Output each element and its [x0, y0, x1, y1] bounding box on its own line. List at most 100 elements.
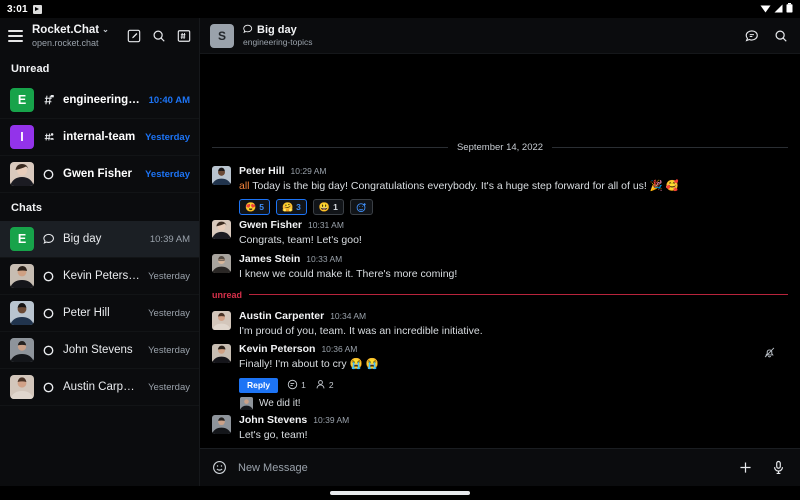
server-selector[interactable]: Rocket.Chat ⌄ open.rocket.chat — [32, 24, 118, 48]
server-title: Rocket.Chat — [32, 24, 99, 37]
status-bar-left: 3:01 — [7, 4, 42, 15]
main-panel: S Big day engineering-topics — [200, 18, 800, 486]
message-item[interactable]: Austin Carpenter 10:34 AM I'm proud of y… — [212, 307, 788, 340]
directory-icon[interactable] — [177, 29, 191, 43]
search-icon[interactable] — [152, 29, 166, 43]
room-row-gwen-fisher[interactable]: Gwen Fisher Yesterday — [0, 156, 199, 193]
room-row-engineering-topics[interactable]: E engineering-topi... 10:40 AM — [0, 82, 199, 119]
message-author[interactable]: John Stevens — [239, 414, 307, 427]
menu-icon[interactable] — [8, 30, 23, 42]
room-name: Peter Hill — [63, 307, 140, 319]
room-row-big-day[interactable]: E Big day 10:39 AM — [0, 221, 199, 258]
thread-summary: Reply 1 — [239, 378, 788, 393]
search-icon[interactable] — [774, 29, 788, 43]
room-name: internal-team — [63, 131, 137, 143]
avatar-letter: E — [18, 93, 26, 107]
message-item[interactable]: John Stevens 10:39 AM Let's go, team! — [212, 411, 788, 444]
avatar — [10, 301, 34, 325]
message-meta: James Stein 10:33 AM — [239, 253, 788, 266]
status-offline-icon — [42, 308, 55, 319]
server-title-row: Rocket.Chat ⌄ — [32, 24, 118, 37]
bell-off-icon[interactable] — [763, 346, 776, 364]
message-meta: Gwen Fisher 10:31 AM — [239, 219, 788, 232]
reaction-emoji: 🤗 — [282, 203, 293, 212]
status-offline-icon — [42, 271, 55, 282]
channel-private-icon — [42, 94, 55, 106]
room-time: 10:39 AM — [150, 234, 190, 245]
message-body: Kevin Peterson 10:36 AM Finally! I'm abo… — [239, 343, 788, 409]
sidebar: Rocket.Chat ⌄ open.rocket.chat — [0, 18, 200, 486]
message-meta: Austin Carpenter 10:34 AM — [239, 310, 788, 323]
message-item[interactable]: Gwen Fisher 10:31 AM Congrats, team! Let… — [212, 216, 788, 249]
reaction-chip[interactable]: 😍 5 — [239, 199, 270, 215]
message-text-body: Today is the big day! Congratulations ev… — [250, 180, 679, 192]
message-item[interactable]: Peter Hill 10:29 AM all Today is the big… — [212, 162, 788, 216]
room-list[interactable]: Unread E engineering-topi... 10:40 AM — [0, 54, 199, 486]
mention-all[interactable]: all — [239, 180, 250, 192]
discussion-icon — [42, 233, 55, 245]
add-reaction-icon[interactable] — [350, 199, 373, 215]
message-composer[interactable]: New Message — [200, 448, 800, 486]
emoji-icon[interactable] — [212, 460, 227, 475]
avatar-letter: I — [20, 130, 23, 144]
thread-replies-count[interactable]: 1 — [287, 379, 306, 392]
message-stack: September 14, 2022 Peter Hill 10:29 AM — [200, 136, 800, 448]
avatar — [10, 162, 34, 186]
thread-participants-value: 2 — [329, 380, 334, 390]
message-author[interactable]: Gwen Fisher — [239, 219, 302, 232]
plus-icon[interactable] — [738, 460, 753, 475]
room-time: Yesterday — [148, 308, 190, 319]
message-timestamp: 10:29 AM — [291, 166, 327, 177]
thread-participants-count[interactable]: 2 — [315, 379, 334, 392]
room-name: Gwen Fisher — [63, 168, 137, 180]
message-input[interactable]: New Message — [238, 462, 727, 474]
message-author[interactable]: Kevin Peterson — [239, 343, 315, 356]
message-author[interactable]: Austin Carpenter — [239, 310, 324, 323]
chat-header-actions — [745, 29, 788, 43]
reaction-count: 3 — [296, 202, 301, 212]
reaction-count: 5 — [259, 202, 264, 212]
app-body: Rocket.Chat ⌄ open.rocket.chat — [0, 18, 800, 486]
create-new-icon[interactable] — [127, 29, 141, 43]
message-author[interactable]: Peter Hill — [239, 165, 285, 178]
chevron-down-icon[interactable]: ⌄ — [102, 26, 109, 35]
date-separator: September 14, 2022 — [212, 142, 788, 153]
reaction-chip[interactable]: 🤗 3 — [276, 199, 307, 215]
reaction-chip[interactable]: 😃 1 — [313, 199, 344, 215]
status-bar-right — [760, 0, 793, 18]
room-row-austin-carpenter[interactable]: Austin Carpenter Yesterday — [0, 369, 199, 406]
avatar — [212, 311, 231, 330]
reply-button[interactable]: Reply — [239, 378, 278, 393]
threads-icon[interactable] — [745, 29, 759, 43]
room-row-internal-team[interactable]: I internal-team Yesterday — [0, 119, 199, 156]
message-timestamp: 10:34 AM — [330, 311, 366, 322]
message-timestamp: 10:31 AM — [308, 220, 344, 231]
room-row-kevin-peterson[interactable]: Kevin Peterson Yesterday — [0, 258, 199, 295]
message-item[interactable]: James Stein 10:33 AM I knew we could mak… — [212, 250, 788, 283]
room-title-row: Big day — [243, 24, 736, 37]
date-label: September 14, 2022 — [457, 142, 543, 153]
message-item[interactable]: Kevin Peterson 10:36 AM Finally! I'm abo… — [212, 340, 788, 410]
status-offline-icon — [42, 382, 55, 393]
room-time: Yesterday — [148, 271, 190, 282]
message-text: Congrats, team! Let's goo! — [239, 233, 788, 248]
app-screen: 3:01 Rocket.Chat — [0, 0, 800, 500]
message-list[interactable]: September 14, 2022 Peter Hill 10:29 AM — [200, 54, 800, 448]
parent-channel-label: engineering-topics — [243, 38, 736, 48]
message-text: Finally! I'm about to cry 😭 😭 — [239, 357, 788, 372]
microphone-icon[interactable] — [771, 460, 786, 475]
team-icon — [42, 131, 55, 143]
room-row-john-stevens[interactable]: John Stevens Yesterday — [0, 332, 199, 369]
message-meta: John Stevens 10:39 AM — [239, 414, 788, 427]
thread-preview[interactable]: We did it! — [239, 397, 788, 410]
room-row-peter-hill[interactable]: Peter Hill Yesterday — [0, 295, 199, 332]
room-time: Yesterday — [145, 132, 190, 143]
room-time: Yesterday — [148, 382, 190, 393]
message-text: Let's go, team! — [239, 428, 788, 443]
home-indicator[interactable] — [330, 491, 470, 495]
room-title-block[interactable]: Big day engineering-topics — [243, 24, 736, 48]
room-avatar-letter: S — [218, 29, 226, 43]
reaction-emoji: 😃 — [319, 203, 330, 212]
app-notification-icon — [33, 5, 42, 14]
message-author[interactable]: James Stein — [239, 253, 300, 266]
